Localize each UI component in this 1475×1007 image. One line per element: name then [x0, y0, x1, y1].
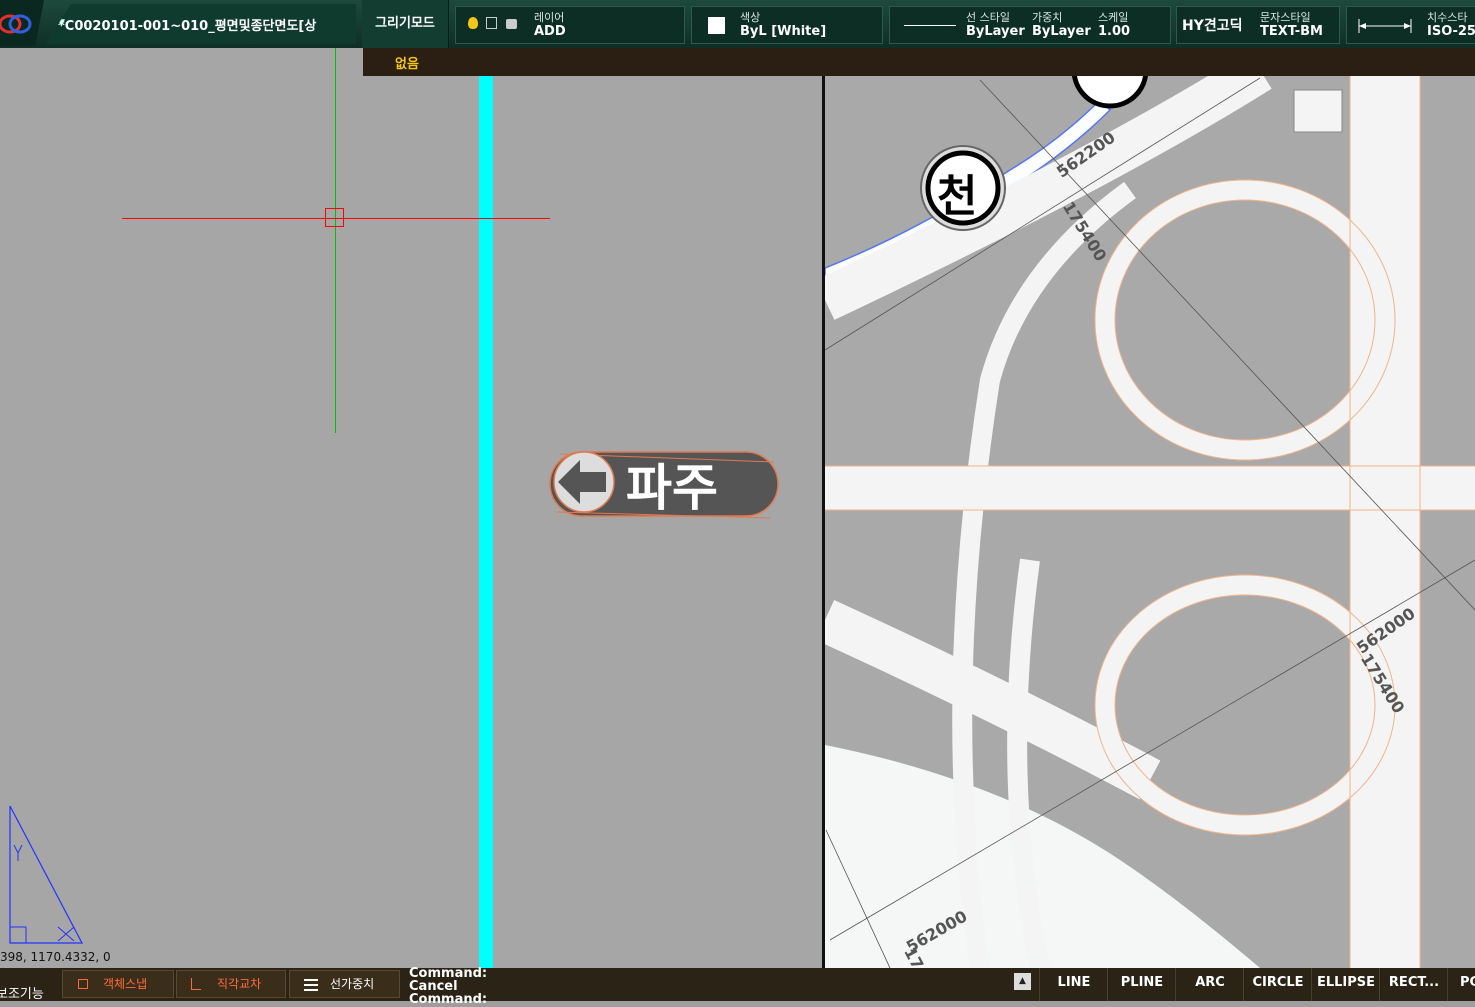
chevron-down-icon[interactable]: ▼ [58, 18, 348, 28]
document-tab[interactable]: *C0020101-001~010_평면및종단면도[상 ▼ [46, 4, 356, 44]
scale-value: 1.00 [1098, 24, 1131, 39]
linestyle-label: 선 스타일 [966, 11, 1010, 24]
sign-text: 파주 [626, 459, 718, 517]
coordinate-readout: 398, 1170.4332, 0 [0, 950, 111, 964]
lock-icon[interactable] [506, 19, 517, 29]
crosshair-vertical [335, 48, 336, 433]
scale-label: 스케일 [1098, 11, 1129, 24]
color-label: 색상 [740, 11, 761, 24]
polygon-tool[interactable]: PC [1447, 968, 1475, 1001]
layer-value: ADD [534, 24, 566, 39]
expand-up-icon[interactable]: ▲ [1014, 973, 1031, 990]
ellipse-tool[interactable]: ELLIPSE [1311, 968, 1380, 1001]
ucs-icon [9, 805, 83, 944]
lineweight-label: 선가중치 [330, 977, 375, 991]
linestyle-value: ByLayer [966, 24, 1025, 39]
command-history: Command: Cancel Command: [409, 967, 487, 1006]
command-line: Command: [409, 992, 488, 1007]
line-tool[interactable]: LINE [1039, 968, 1108, 1001]
color-value: ByL [White] [740, 24, 827, 39]
left-viewport[interactable]: 파주 398, 1170.4332, 0 [0, 48, 822, 968]
dimstyle-value: ISO-25 [1427, 24, 1475, 39]
color-swatch [708, 17, 725, 34]
ortho-icon [191, 978, 201, 990]
aux-function-label[interactable]: 보조기능 [0, 983, 44, 1002]
app-logo[interactable] [0, 0, 44, 46]
rectangle-tool[interactable]: RECT... [1379, 968, 1448, 1001]
weight-value: ByLayer [1032, 24, 1091, 39]
lightbulb-icon[interactable] [468, 17, 478, 29]
dimension-icon [1358, 19, 1412, 33]
layer-dropdown[interactable]: 없음 [363, 48, 1475, 76]
layer-label: 레이어 [534, 11, 565, 24]
cyan-line[interactable] [479, 48, 493, 968]
logo-icon [0, 14, 32, 34]
layer-selector[interactable]: 레이어 ADD [455, 6, 685, 44]
line-preview-icon [904, 25, 956, 26]
font-value: HY견고딕 [1182, 18, 1243, 34]
pline-tool[interactable]: PLINE [1107, 968, 1176, 1001]
lineweight-toggle[interactable]: 선가중치 [289, 970, 400, 998]
draw-mode-button[interactable]: 그리기모드 [362, 0, 449, 48]
ortho-toggle[interactable]: 직각교차 [176, 970, 286, 998]
direction-sign[interactable]: 파주 [548, 444, 780, 526]
weight-label: 가중치 [1032, 11, 1063, 24]
dim-style-selector[interactable]: 치수스타 ISO-25 [1346, 6, 1475, 44]
textstyle-label: 문자스타일 [1260, 11, 1311, 24]
interchange-map [825, 48, 1475, 968]
line-properties[interactable]: 선 스타일 ByLayer 가중치 ByLayer 스케일 1.00 [889, 6, 1171, 44]
textstyle-value: TEXT-BM [1260, 24, 1323, 39]
arc-tool[interactable]: ARC [1175, 968, 1244, 1001]
dropdown-item[interactable]: 없음 [395, 53, 419, 72]
dimstyle-label: 치수스타 [1427, 11, 1468, 24]
ortho-label: 직각교차 [217, 977, 262, 991]
freeze-icon[interactable] [486, 17, 497, 29]
osnap-toggle[interactable]: 객체스냅 [62, 970, 174, 998]
pickbox [325, 208, 344, 227]
right-viewport[interactable]: 천 562200 175400 562000 175400 562000 17 [825, 48, 1475, 968]
circle-tool[interactable]: CIRCLE [1243, 968, 1312, 1001]
osnap-label: 객체스냅 [103, 977, 148, 991]
top-toolbar: *C0020101-001~010_평면및종단면도[상 ▼ 그리기모드 레이어 … [0, 0, 1475, 49]
status-bar: 보조기능 객체스냅 직각교차 선가중치 Command: Cancel Comm… [0, 967, 1475, 1006]
circle-label: 천 [937, 171, 978, 222]
snap-icon [78, 979, 88, 989]
text-style-selector[interactable]: HY견고딕 문자스타일 TEXT-BM [1176, 6, 1340, 44]
color-selector[interactable]: 색상 ByL [White] [691, 6, 883, 44]
